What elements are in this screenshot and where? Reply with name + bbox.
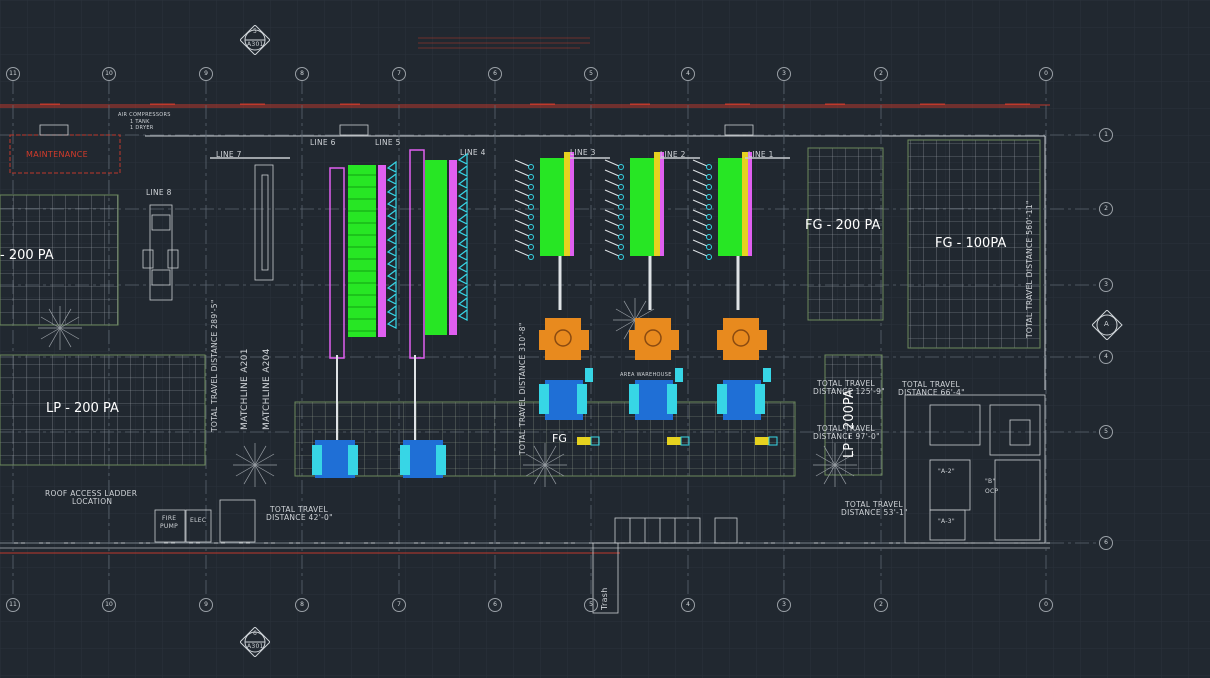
maintenance-label: MAINTENANCE bbox=[26, 150, 89, 159]
line-6-label: LINE 6 bbox=[310, 138, 336, 147]
room-a2-label: "A-2" bbox=[938, 468, 955, 475]
line-1-label: LINE 1 bbox=[748, 150, 774, 159]
grid-column-bubble: 9 bbox=[199, 67, 213, 81]
zone-label-partial-200: - 200 PA bbox=[0, 248, 54, 263]
grid-column-bubble: 7 bbox=[392, 67, 406, 81]
grid-column-bubble: 6 bbox=[488, 598, 502, 612]
grid-column-bubble: 5 bbox=[584, 67, 598, 81]
matchline-a201-label: MATCHLINE A201 bbox=[240, 348, 250, 430]
grid-column-bubble: 6 bbox=[488, 67, 502, 81]
section-marker-bottom: 6 A301 bbox=[239, 626, 271, 658]
grid-column-bubble: 0 bbox=[1039, 598, 1053, 612]
section-bottom-sheet: A301 bbox=[247, 643, 264, 650]
grid-column-bubble: 0 bbox=[1039, 67, 1053, 81]
zone-label-fg-200: FG - 200 PA bbox=[805, 218, 881, 233]
section-marker-top: 5 A301 bbox=[239, 24, 271, 56]
section-right-letter: A bbox=[1104, 320, 1110, 328]
grid-row-bubble: 5 bbox=[1099, 425, 1113, 439]
cad-floor-plan bbox=[0, 0, 1210, 678]
line-2-label: LINE 2 bbox=[660, 150, 686, 159]
section-bottom-number: 6 bbox=[253, 630, 258, 637]
grid-column-bubble: 11 bbox=[6, 67, 20, 81]
grid-column-bubble: 11 bbox=[6, 598, 20, 612]
line-5-label: LINE 5 bbox=[375, 138, 401, 147]
travel-distance-vertical-left: TOTAL TRAVEL DISTANCE 289'-5" bbox=[210, 299, 219, 432]
grid-row-bubble: 6 bbox=[1099, 536, 1113, 550]
grid-row-bubble: 4 bbox=[1099, 350, 1113, 364]
grid-row-bubble: 2 bbox=[1099, 202, 1113, 216]
line-4-label: LINE 4 bbox=[460, 148, 486, 157]
grid-column-bubble: 3 bbox=[777, 598, 791, 612]
grid-column-bubble: 8 bbox=[295, 598, 309, 612]
room-b-label: "B" bbox=[985, 478, 996, 485]
line-8-label: LINE 8 bbox=[146, 188, 172, 197]
air-sub2-label: 1 DRYER bbox=[130, 125, 154, 131]
grid-column-bubble: 2 bbox=[874, 67, 888, 81]
travel-distance-66-l2: DISTANCE 66'-4" bbox=[898, 388, 965, 397]
zone-label-fg-100: FG - 100PA bbox=[935, 236, 1007, 251]
line-7-label: LINE 7 bbox=[216, 150, 242, 159]
roof-access-label-2: LOCATION bbox=[72, 497, 113, 506]
rack-zone-fg-200 bbox=[807, 147, 884, 321]
zone-label-lp-200-left: LP - 200 PA bbox=[46, 401, 119, 416]
travel-distance-vertical-mid: TOTAL TRAVEL DISTANCE 310'-8" bbox=[518, 322, 527, 455]
grid-column-bubble: 2 bbox=[874, 598, 888, 612]
grid-row-bubble: 1 bbox=[1099, 128, 1113, 142]
line-3-label: LINE 3 bbox=[570, 148, 596, 157]
fire-pump-label-2: PUMP bbox=[160, 523, 179, 530]
grid-column-bubble: 7 bbox=[392, 598, 406, 612]
elec-label: ELEC bbox=[190, 517, 207, 524]
zone-label-fg-small: FG bbox=[552, 432, 567, 445]
room-b2-label: OCP bbox=[985, 488, 999, 495]
area-warehouse-label: AREA WAREHOUSE bbox=[620, 372, 672, 378]
travel-distance-97-l2: DISTANCE 97'-0" bbox=[813, 432, 880, 441]
travel-distance-vertical-right: TOTAL TRAVEL DISTANCE 560'-11" bbox=[1025, 200, 1034, 338]
travel-distance-53-l2: DISTANCE 53'-1" bbox=[841, 508, 908, 517]
section-top-sheet: A301 bbox=[247, 41, 264, 48]
grid-column-bubble: 5 bbox=[584, 598, 598, 612]
grid-column-bubble: 4 bbox=[681, 67, 695, 81]
section-top-number: 5 bbox=[253, 28, 258, 35]
matchline-a204-label: MATCHLINE A204 bbox=[262, 348, 272, 430]
grid-column-bubble: 3 bbox=[777, 67, 791, 81]
travel-distance-125-l2: DISTANCE 125'-9" bbox=[813, 387, 885, 396]
grid-column-bubble: 10 bbox=[102, 67, 116, 81]
trash-label: Trash bbox=[600, 587, 609, 610]
air-compressors-label: AIR COMPRESSORS bbox=[118, 112, 171, 118]
travel-distance-42-l2: DISTANCE 42'-0" bbox=[266, 513, 333, 522]
grid-column-bubble: 4 bbox=[681, 598, 695, 612]
room-a3-label: "A-3" bbox=[938, 518, 955, 525]
cad-drawing-canvas[interactable]: 11 11 10 10 9 9 8 8 7 7 6 6 5 5 4 4 3 3 2 2 0 0 1 2 3 4 5 6 5 A301 … bbox=[0, 0, 1210, 678]
section-marker-right: A bbox=[1091, 309, 1132, 341]
fire-pump-label: FIRE bbox=[162, 515, 177, 522]
grid-column-bubble: 8 bbox=[295, 67, 309, 81]
grid-row-bubble: 3 bbox=[1099, 278, 1113, 292]
grid-column-bubble: 10 bbox=[102, 598, 116, 612]
grid-column-bubble: 9 bbox=[199, 598, 213, 612]
